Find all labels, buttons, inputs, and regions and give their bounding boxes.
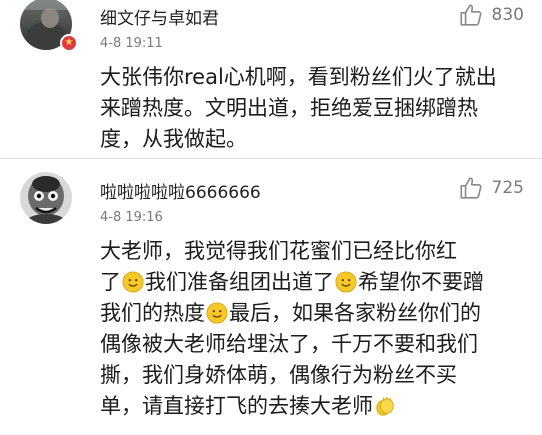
text-run: 我们准备组团出道了 — [145, 270, 334, 294]
smile-emoji-icon — [206, 302, 228, 324]
username[interactable]: 啦啦啦啦啦6666666 — [100, 178, 261, 203]
clapping-hands-emoji-icon — [376, 396, 394, 416]
comment-line: 了我们准备组团出道了 希望你不要蹭 — [100, 267, 530, 298]
comment-line: 大老师，我觉得我们花蜜们已经比你红 — [100, 239, 457, 263]
like-count: 725 — [491, 178, 524, 198]
comment-line: 我们的热度 最后，如果各家粉丝你们的 — [100, 298, 530, 329]
text-run: 了 — [100, 270, 121, 294]
timestamp: 4-8 19:16 — [100, 210, 163, 225]
text-run: 单，请直接打飞的去揍大老师 — [100, 394, 373, 418]
text-run: 最后，如果各家粉丝你们的 — [229, 301, 481, 325]
smile-emoji-icon — [122, 271, 144, 293]
smile-emoji-icon — [335, 271, 357, 293]
comment-line: 单，请直接打飞的去揍大老师 — [100, 391, 530, 422]
comment-text: 大老师，我觉得我们花蜜们已经比你红 了我们准备组团出道了 希望你不要蹭 我们的热度… — [100, 236, 530, 422]
thumbs-up-icon — [458, 175, 484, 201]
avatar[interactable] — [20, 172, 72, 224]
comment-item: 啦啦啦啦啦6666666 4-8 19:16 725 大老师，我觉得我们花蜜们已… — [0, 0, 542, 435]
comment-line: 撕，我们身娇体萌，偶像行为粉丝不买 — [100, 363, 457, 387]
comment-line: 偶像被大老师给埋汰了，千万不要和我们 — [100, 332, 478, 356]
text-run: 希望你不要蹭 — [358, 270, 484, 294]
text-run: 我们的热度 — [100, 301, 205, 325]
comment-list: ★ 细文仔与卓如君 4-8 19:11 830 大张伟你real心机啊，看到粉丝… — [0, 0, 542, 435]
like-button[interactable]: 725 — [458, 175, 524, 201]
